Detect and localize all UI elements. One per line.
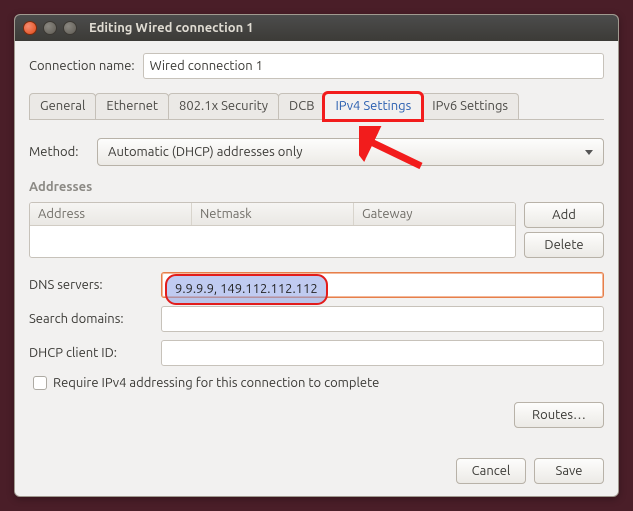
window-title: Editing Wired connection 1 — [89, 21, 254, 35]
minimize-icon[interactable] — [43, 21, 57, 35]
maximize-icon[interactable] — [63, 21, 77, 35]
require-ipv4-checkbox[interactable] — [33, 376, 47, 390]
tab-ipv4-settings[interactable]: IPv4 Settings — [324, 93, 422, 120]
search-domains-input[interactable] — [161, 306, 604, 332]
connection-name-input[interactable]: Wired connection 1 — [143, 53, 604, 79]
require-ipv4-label: Require IPv4 addressing for this connect… — [53, 376, 379, 390]
routes-button[interactable]: Routes… — [514, 402, 604, 428]
search-domains-row: Search domains: — [29, 306, 604, 332]
dhcp-client-input[interactable] — [161, 340, 604, 366]
addresses-section-label: Addresses — [29, 180, 604, 194]
connection-name-label: Connection name: — [29, 59, 135, 73]
method-combobox[interactable]: Automatic (DHCP) addresses only — [97, 138, 604, 166]
tab-general[interactable]: General — [29, 93, 96, 119]
titlebar[interactable]: Editing Wired connection 1 — [15, 15, 618, 41]
chevron-down-icon — [585, 150, 593, 155]
method-row: Method: Automatic (DHCP) addresses only — [29, 138, 604, 166]
search-domains-label: Search domains: — [29, 312, 153, 326]
dhcp-client-row: DHCP client ID: — [29, 340, 604, 366]
dhcp-client-label: DHCP client ID: — [29, 346, 153, 360]
dns-value-annotation: 9.9.9.9, 149.112.112.112 — [165, 274, 328, 305]
addresses-table[interactable]: Address Netmask Gateway — [29, 202, 516, 258]
cancel-button[interactable]: Cancel — [456, 458, 526, 484]
dialog-content: Connection name: Wired connection 1 Gene… — [15, 41, 618, 450]
dialog-footer: Cancel Save — [15, 450, 618, 496]
dns-row: DNS servers: 9.9.9.9, 149.112.112.112 — [29, 272, 604, 298]
tab-8021x-security[interactable]: 802.1x Security — [168, 93, 279, 119]
dns-label: DNS servers: — [29, 278, 153, 292]
tab-dcb[interactable]: DCB — [278, 93, 325, 119]
addresses-header: Address Netmask Gateway — [30, 203, 515, 226]
col-gateway[interactable]: Gateway — [354, 203, 515, 225]
delete-button[interactable]: Delete — [524, 232, 604, 258]
addresses-row: Address Netmask Gateway Add Delete — [29, 202, 604, 258]
add-button[interactable]: Add — [524, 202, 604, 228]
tab-ethernet[interactable]: Ethernet — [95, 93, 169, 119]
method-value: Automatic (DHCP) addresses only — [108, 145, 303, 159]
connection-name-row: Connection name: Wired connection 1 — [29, 53, 604, 79]
method-label: Method: — [29, 145, 89, 159]
tab-bar: General Ethernet 802.1x Security DCB IPv… — [29, 93, 604, 120]
routes-row: Routes… — [29, 402, 604, 428]
dns-servers-input[interactable]: 9.9.9.9, 149.112.112.112 — [161, 272, 604, 298]
dialog-window: Editing Wired connection 1 Connection na… — [14, 14, 619, 497]
col-netmask[interactable]: Netmask — [192, 203, 354, 225]
save-button[interactable]: Save — [534, 458, 604, 484]
require-ipv4-row[interactable]: Require IPv4 addressing for this connect… — [33, 376, 604, 390]
tab-ipv6-settings[interactable]: IPv6 Settings — [421, 93, 519, 119]
col-address[interactable]: Address — [30, 203, 192, 225]
close-icon[interactable] — [23, 21, 37, 35]
addresses-buttons: Add Delete — [524, 202, 604, 258]
